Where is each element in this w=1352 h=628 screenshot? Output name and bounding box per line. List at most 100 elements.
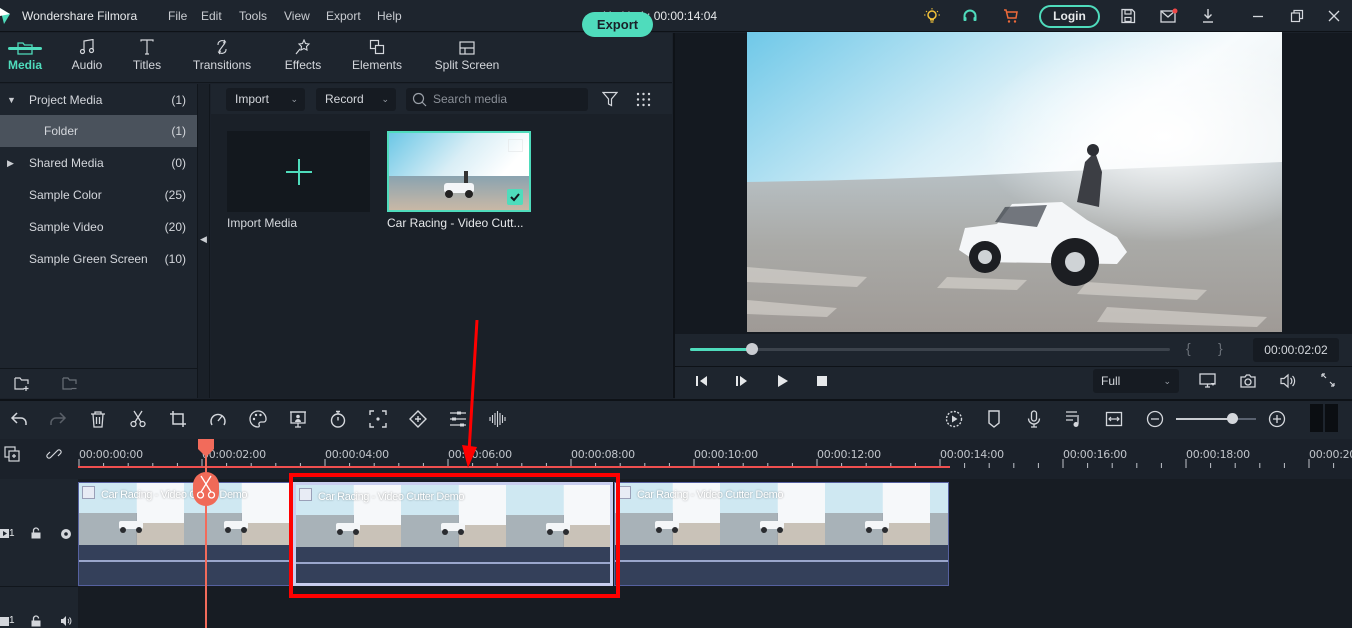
collapse-arrow-icon[interactable]: ◀ [200,234,207,245]
tab-transitions[interactable]: Transitions [188,33,256,83]
tab-split-screen[interactable]: Split Screen [430,33,504,83]
tab-media[interactable]: Media [4,33,46,83]
new-folder-icon[interactable] [14,376,30,391]
playhead-split-button[interactable] [193,472,219,506]
timeline-clip[interactable]: Car Racing - Video Cutter Demo [78,482,295,586]
divider [675,366,1352,367]
import-dropdown[interactable]: Import ⌄ [226,88,305,111]
audio-track-lock-icon[interactable] [30,615,42,627]
headset-icon[interactable] [962,8,978,24]
sidebar-item-label: Project Media [29,93,103,107]
timeline-duration-bar [78,466,950,468]
cart-icon[interactable] [1003,8,1019,24]
mark-out-button[interactable]: } [1218,340,1223,356]
fit-timeline-icon[interactable] [1105,410,1123,428]
sidebar-item-count: (20) [164,220,186,234]
mark-in-button[interactable]: { [1186,340,1191,356]
menu-edit[interactable]: Edit [201,9,222,23]
mail-icon[interactable] [1160,8,1178,24]
caret-down-icon[interactable]: ▼ [7,84,16,116]
tab-elements[interactable]: Elements [348,33,406,83]
green-screen-icon[interactable] [289,410,307,428]
save-icon[interactable] [1120,8,1136,24]
playhead-handle[interactable] [198,439,214,457]
display-monitor-icon[interactable] [1199,373,1217,389]
play-icon[interactable] [776,374,790,388]
previous-frame-icon[interactable] [695,374,709,388]
audio-track-mute-icon[interactable] [60,615,72,627]
lightbulb-icon[interactable] [924,8,940,24]
sidebar-item-label: Sample Color [29,188,102,202]
tab-titles[interactable]: Titles [127,33,167,83]
menu-help[interactable]: Help [377,9,402,23]
fullscreen-icon[interactable] [1321,373,1335,387]
tab-label: Split Screen [434,58,500,72]
restore-icon[interactable] [1289,8,1305,24]
timeline-zoom-handle[interactable] [1227,413,1238,424]
voiceover-music-icon[interactable] [1065,410,1083,428]
crop-icon[interactable] [169,410,187,428]
sidebar-item-label: Sample Video [29,220,104,234]
login-button[interactable]: Login [1039,5,1100,28]
close-icon[interactable] [1326,8,1342,24]
redo-icon[interactable] [49,410,67,428]
color-palette-icon[interactable] [249,410,267,428]
link-icon[interactable] [46,446,62,462]
render-preview-icon[interactable] [945,410,963,428]
seek-bar[interactable] [690,348,1170,351]
export-button[interactable]: Export [582,12,653,37]
chevron-down-icon: ⌄ [381,94,389,104]
speed-icon[interactable] [209,410,227,428]
annotation-arrow [462,320,479,468]
audio-track-number: 1 [9,615,15,626]
timeline-layout-toggle[interactable] [1310,404,1338,432]
sidebar-item-sample-video[interactable]: Sample Video (20) [0,211,197,243]
record-dropdown[interactable]: Record ⌄ [316,88,396,111]
timeline-clip[interactable]: Car Racing - Video Cutter Demo [614,482,949,586]
delete-icon[interactable] [89,410,107,428]
chevron-down-icon: ⌄ [290,94,298,104]
undo-icon[interactable] [10,410,28,428]
tab-label: Titles [132,58,162,72]
tab-audio[interactable]: Audio [66,33,108,83]
snapshot-camera-icon[interactable] [1240,373,1256,389]
zoom-out-icon[interactable] [1146,410,1164,428]
menu-file[interactable]: File [168,9,187,23]
import-media-tile[interactable] [227,131,370,212]
sidebar-item-folder[interactable]: Folder (1) [0,115,197,147]
caret-right-icon[interactable]: ▶ [7,147,14,179]
minimize-icon[interactable] [1250,8,1266,24]
sidebar-item-project-media[interactable]: ▼ Project Media (1) [0,84,197,116]
video-preview[interactable] [747,32,1282,332]
sidebar-item-shared-media[interactable]: ▶ Shared Media (0) [0,147,197,179]
media-clip-thumbnail[interactable] [387,131,531,212]
cut-scissors-icon[interactable] [129,410,147,428]
microphone-icon[interactable] [1025,410,1043,428]
menu-export[interactable]: Export [326,9,361,23]
sidebar-item-sample-green-screen[interactable]: Sample Green Screen (10) [0,243,197,275]
grid-view-icon[interactable] [636,92,651,107]
stop-icon[interactable] [816,375,828,387]
add-track-icon[interactable] [4,446,20,462]
filter-icon[interactable] [602,91,618,107]
delete-folder-icon[interactable] [62,376,78,391]
divider [0,586,78,587]
seek-bar-progress [690,348,753,351]
next-frame-icon[interactable] [735,374,749,388]
tab-effects[interactable]: Effects [278,33,328,83]
download-icon[interactable] [1200,8,1216,24]
sidebar-item-count: (0) [171,156,186,170]
tab-label: Effects [284,58,322,72]
keyframe-icon[interactable] [409,410,427,428]
marker-icon[interactable] [985,410,1003,428]
track-visibility-eye-icon[interactable] [60,528,72,540]
menu-view[interactable]: View [284,9,310,23]
menu-tools[interactable]: Tools [239,9,267,23]
track-lock-icon[interactable] [30,527,42,539]
zoom-in-icon[interactable] [1268,410,1286,428]
sidebar-item-sample-color[interactable]: Sample Color (25) [0,179,197,211]
freeze-frame-icon[interactable] [369,410,387,428]
duration-timer-icon[interactable] [329,410,347,428]
playback-quality-select[interactable]: Full ⌄ [1093,369,1179,393]
volume-icon[interactable] [1280,373,1296,389]
